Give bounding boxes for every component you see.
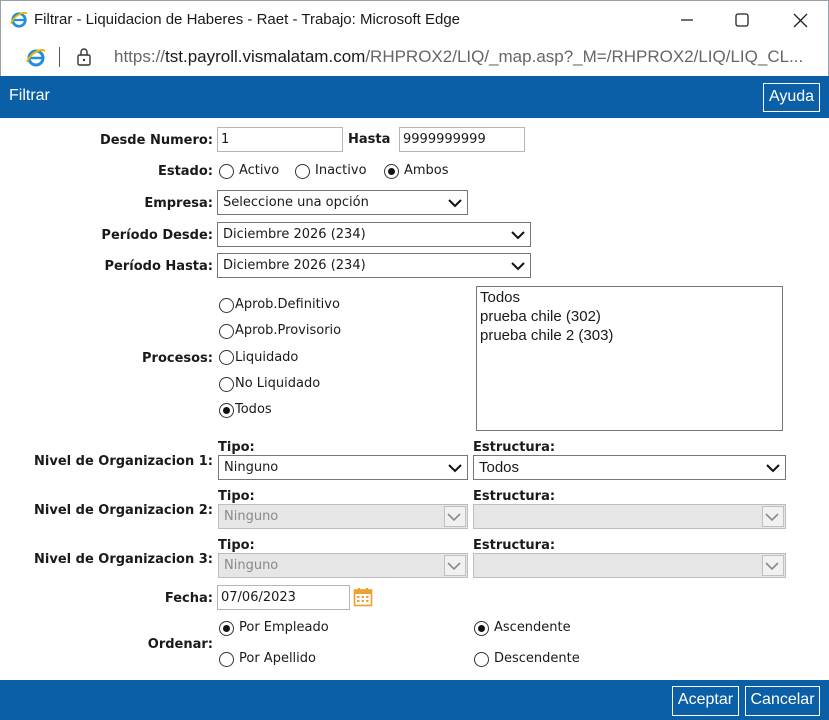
- nivel-3-estructura-select: [473, 553, 786, 578]
- estado-label: Estado:: [157, 164, 213, 179]
- periodo-desde-label: Período Desde:: [101, 228, 213, 243]
- nivel-3-label: Nivel de Organizacion 3:: [34, 552, 213, 567]
- nivel-2-tipo-select: Ninguno: [218, 504, 468, 529]
- hasta-input[interactable]: 9999999999: [399, 127, 525, 152]
- maximize-button[interactable]: [719, 5, 765, 35]
- chevron-down-icon: [447, 513, 461, 522]
- nivel-2-label: Nivel de Organizacion 2:: [34, 503, 213, 518]
- empresa-label: Empresa:: [144, 196, 213, 211]
- page-title: Filtrar: [9, 87, 50, 104]
- periodo-hasta-value: Diciembre 2026 (234): [223, 258, 366, 273]
- close-icon: [793, 13, 807, 27]
- calendar-icon[interactable]: [353, 587, 373, 607]
- estado-activo-label: Activo: [239, 163, 280, 178]
- estado-ambos-label: Ambos: [404, 163, 449, 178]
- nivel-2-tipo-value: Ninguno: [224, 509, 279, 524]
- nivel-1-tipo-value: Ninguno: [224, 460, 279, 475]
- ordenar-por-apellido-radio[interactable]: [219, 652, 234, 667]
- minimize-icon: [681, 19, 693, 21]
- nivel-3-tipo-label: Tipo:: [218, 538, 255, 553]
- address-bar: https://tst.payroll.vismalatam.com/RHPRO…: [0, 38, 829, 76]
- chevron-down-icon: [447, 562, 461, 571]
- ordenar-descendente-radio[interactable]: [474, 652, 489, 667]
- periodo-hasta-label: Período Hasta:: [104, 259, 213, 274]
- procesos-todos-radio[interactable]: [219, 403, 234, 418]
- help-button[interactable]: Ayuda: [763, 83, 820, 112]
- chevron-down-icon: [511, 262, 525, 271]
- nivel-1-estructura-label: Estructura:: [473, 440, 556, 455]
- ordenar-descendente-label: Descendente: [494, 651, 580, 666]
- procesos-aprob-definitivo-radio[interactable]: [219, 298, 234, 313]
- nivel-2-tipo-label: Tipo:: [218, 489, 255, 504]
- nivel-1-label: Nivel de Organizacion 1:: [34, 454, 213, 469]
- empresa-value: Seleccione una opción: [223, 195, 369, 210]
- periodo-desde-select[interactable]: Diciembre 2026 (234): [217, 222, 531, 247]
- desde-numero-input[interactable]: 1: [217, 127, 343, 152]
- procesos-label: Procesos:: [142, 351, 213, 366]
- chevron-down-icon: [448, 199, 462, 208]
- chevron-down-icon: [765, 513, 779, 522]
- address-separator: [59, 47, 60, 67]
- nivel-1-tipo-label: Tipo:: [218, 440, 255, 455]
- cancel-button[interactable]: Cancelar: [745, 686, 820, 716]
- ordenar-por-empleado-label: Por Empleado: [239, 620, 329, 635]
- periodo-desde-value: Diciembre 2026 (234): [223, 227, 366, 242]
- url-path: /RHPROX2/LIQ/_map.asp?_M=/RHPROX2/LIQ/LI…: [365, 47, 804, 66]
- url-host: tst.payroll.vismalatam.com: [165, 47, 366, 66]
- fecha-input[interactable]: 07/06/2023: [217, 585, 350, 610]
- minimize-button[interactable]: [664, 5, 710, 35]
- estado-inactivo-radio[interactable]: [295, 164, 310, 179]
- ordenar-label: Ordenar:: [147, 637, 213, 652]
- estado-ambos-radio[interactable]: [384, 164, 399, 179]
- list-item[interactable]: prueba chile (302): [480, 307, 779, 326]
- ordenar-por-empleado-radio[interactable]: [219, 621, 234, 636]
- nivel-3-tipo-value: Ninguno: [224, 558, 279, 573]
- list-item[interactable]: prueba chile 2 (303): [480, 326, 779, 345]
- fecha-label: Fecha:: [164, 591, 213, 606]
- nivel-3-tipo-select: Ninguno: [218, 553, 468, 578]
- nivel-1-estructura-value: Todos: [479, 459, 520, 476]
- list-item[interactable]: Todos: [480, 288, 779, 307]
- chevron-down-icon: [765, 562, 779, 571]
- app-header: Filtrar: [0, 76, 829, 118]
- procesos-liquidado-radio[interactable]: [219, 350, 234, 365]
- window-title: Filtrar - Liquidacion de Haberes - Raet …: [34, 11, 461, 28]
- procesos-todos-label: Todos: [235, 402, 272, 417]
- procesos-aprob-definitivo-label: Aprob.Definitivo: [235, 297, 340, 312]
- chevron-down-icon: [766, 464, 780, 473]
- chevron-down-icon: [448, 464, 462, 473]
- nivel-2-estructura-select: [473, 504, 786, 529]
- ordenar-por-apellido-label: Por Apellido: [239, 651, 316, 666]
- hasta-label: Hasta: [348, 132, 391, 147]
- lock-icon[interactable]: [75, 47, 93, 67]
- empresa-select[interactable]: Seleccione una opción: [217, 190, 468, 215]
- nivel-1-tipo-select[interactable]: Ninguno: [218, 455, 468, 480]
- close-button[interactable]: [777, 5, 823, 35]
- procesos-aprob-provisorio-radio[interactable]: [219, 324, 234, 339]
- estado-inactivo-label: Inactivo: [315, 163, 367, 178]
- url-field[interactable]: https://tst.payroll.vismalatam.com/RHPRO…: [114, 47, 803, 67]
- chevron-down-icon: [511, 231, 525, 240]
- procesos-no-liquidado-label: No Liquidado: [235, 376, 321, 391]
- ordenar-ascendente-label: Ascendente: [494, 620, 571, 635]
- nivel-1-estructura-select[interactable]: Todos: [473, 455, 786, 480]
- procesos-no-liquidado-radio[interactable]: [219, 377, 234, 392]
- ie-logo-icon: [10, 11, 28, 28]
- window-titlebar: Filtrar - Liquidacion de Haberes - Raet …: [0, 0, 829, 38]
- procesos-aprob-provisorio-label: Aprob.Provisorio: [235, 323, 342, 338]
- ordenar-ascendente-radio[interactable]: [474, 621, 489, 636]
- procesos-listbox[interactable]: Todos prueba chile (302) prueba chile 2 …: [476, 286, 783, 431]
- estado-activo-radio[interactable]: [219, 164, 234, 179]
- nivel-3-estructura-label: Estructura:: [473, 538, 556, 553]
- accept-button[interactable]: Aceptar: [672, 686, 739, 716]
- procesos-liquidado-label: Liquidado: [235, 350, 299, 365]
- url-prefix: https://: [114, 47, 166, 66]
- nivel-2-estructura-label: Estructura:: [473, 489, 556, 504]
- ie-mode-icon: [26, 49, 46, 67]
- periodo-hasta-select[interactable]: Diciembre 2026 (234): [217, 253, 531, 278]
- desde-numero-label: Desde Numero:: [99, 133, 213, 148]
- maximize-icon: [735, 13, 749, 27]
